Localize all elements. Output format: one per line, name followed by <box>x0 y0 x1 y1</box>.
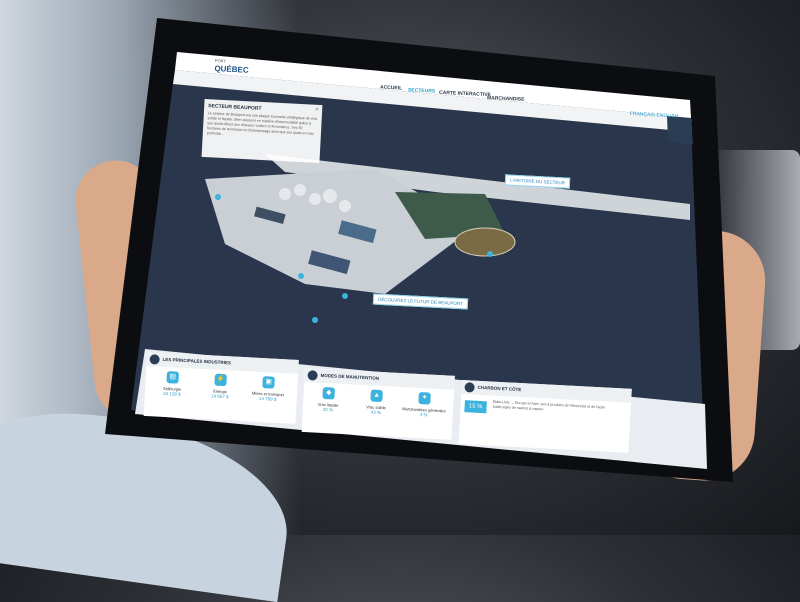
nav-accueil[interactable]: ACCUEIL <box>380 85 402 92</box>
close-icon[interactable]: ✕ <box>315 107 320 113</box>
brand-line1: PORT <box>214 58 227 64</box>
stat-energie: ⚡ Énergie 14 857 $ <box>195 373 246 401</box>
modes-title: MODES DE MANUTENTION <box>320 372 380 381</box>
truck-icon: ▣ <box>262 376 275 389</box>
stat-vrac-solide: ▲ Vrac solide 43 % <box>351 388 402 416</box>
stat-siderurgie: ▤ Sidérurgie 34 128 $ <box>147 370 198 398</box>
industries-panel: LES PRINCIPALES INDUSTRIES ▤ Sidérurgie … <box>143 352 299 424</box>
energy-icon: ⚡ <box>214 373 227 387</box>
nav-carte-interactive[interactable]: CARTE INTERACTIVE <box>439 90 491 98</box>
nav-marchandise[interactable]: MARCHANDISE <box>487 95 525 103</box>
industries-title: LES PRINCIPALES INDUSTRIES <box>162 356 232 366</box>
charbon-title: CHARBON ET CÔTE <box>477 384 522 393</box>
industry-icon <box>149 354 160 365</box>
charbon-description: États-Unis → Europe et Asie; sert à prod… <box>492 399 606 412</box>
brand-line2: QUÉBEC <box>214 63 249 75</box>
sector-description: Le secteur de Beauport est une plaque to… <box>206 111 318 137</box>
history-callout[interactable]: L'HISTOIRE DU SECTEUR <box>504 174 571 189</box>
crane-icon: ✦ <box>418 391 431 405</box>
nav-secteurs[interactable]: SECTEURS <box>408 87 435 94</box>
stat-mines: ▣ Mines et transport 14 789 $ <box>243 375 294 403</box>
percent-badge: 15 % <box>464 400 487 414</box>
language-switch[interactable]: FRANÇAIS ENGLISH <box>630 111 679 120</box>
modes-panel: MODES DE MANUTENTION ◆ Vrac liquide 20 %… <box>301 368 455 440</box>
handling-icon <box>307 370 318 381</box>
coal-icon <box>464 382 475 393</box>
solid-icon: ▲ <box>370 389 383 403</box>
charbon-panel: CHARBON ET CÔTE 15 % États-Unis → Europe… <box>458 380 632 453</box>
future-callout[interactable]: DÉCOUVREZ LE FUTUR DE BEAUPORT <box>372 293 469 310</box>
stat-marchandises: ✦ Marchandises générales 3 % <box>399 391 450 419</box>
brand-logo[interactable]: PORT QUÉBEC <box>214 58 249 75</box>
sector-info-panel: ✕ SECTEUR BEAUPORT Le secteur de Beaupor… <box>201 98 323 164</box>
stat-vrac-liquide: ◆ Vrac liquide 20 % <box>303 386 354 414</box>
tablet-device: PORT QUÉBEC ACCUEIL SECTEURS CARTE INTER… <box>105 14 735 484</box>
steel-icon: ▤ <box>166 371 180 384</box>
drop-icon: ◆ <box>322 386 336 400</box>
